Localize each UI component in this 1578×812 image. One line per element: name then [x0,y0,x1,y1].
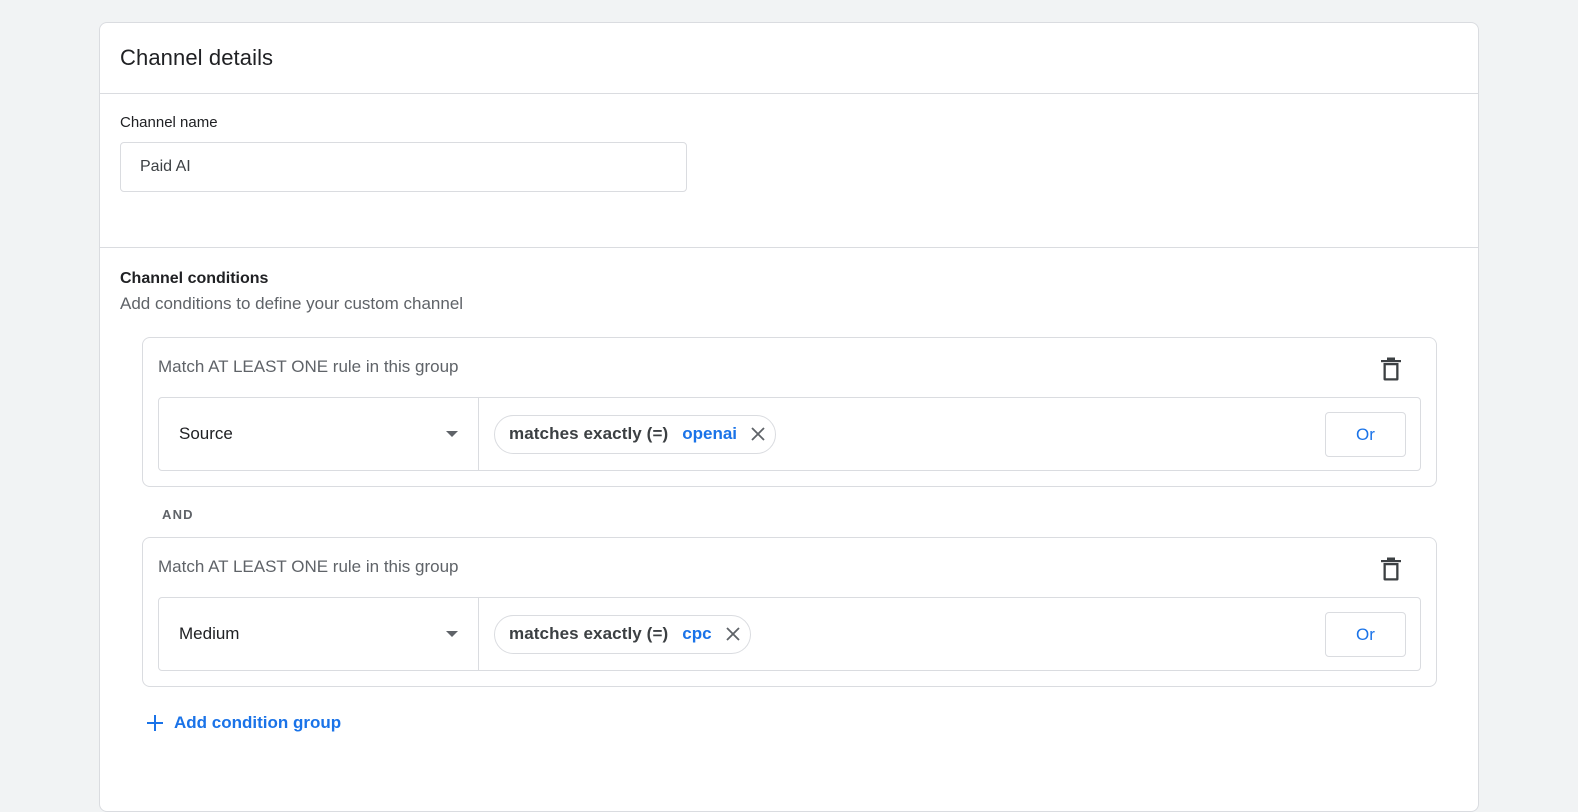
chip-operator: matches exactly (=) [509,624,669,643]
conditions-title: Channel conditions [120,270,269,287]
rule-values-area: matches exactly (=) openai Or [479,398,1420,470]
condition-group: Match AT LEAST ONE rule in this group So… [142,337,1437,487]
condition-chip[interactable]: matches exactly (=) openai [494,414,777,454]
channel-details-card: Channel details Channel name Channel con… [99,22,1479,812]
trash-icon [1381,357,1401,381]
card-title: Channel details [120,45,274,70]
group-title: Match AT LEAST ONE rule in this group [158,557,459,576]
or-button[interactable]: Or [1325,412,1406,457]
channel-name-section: Channel name [100,94,1478,248]
close-icon[interactable] [749,425,767,443]
close-icon[interactable] [724,625,742,643]
condition-group: Match AT LEAST ONE rule in this group Me… [142,537,1437,687]
dimension-dropdown[interactable]: Medium [159,598,479,670]
rule-row: Medium matches exactly (=) cpc Or [158,597,1421,671]
condition-chip[interactable]: matches exactly (=) cpc [494,614,751,654]
dimension-dropdown[interactable]: Source [159,398,479,470]
card-header: Channel details [100,23,1478,94]
add-condition-group-label: Add condition group [174,713,342,732]
chip-value: openai [682,424,738,443]
rule-row: Source matches exactly (=) openai Or [158,397,1421,471]
channel-name-input[interactable] [120,142,687,192]
caret-down-icon [446,431,458,437]
chip-operator: matches exactly (=) [509,424,669,443]
trash-icon [1381,557,1401,581]
dimension-label: Source [179,424,233,443]
add-condition-group-button[interactable]: Add condition group [146,713,341,733]
group-title: Match AT LEAST ONE rule in this group [158,357,459,376]
conditions-subtitle: Add conditions to define your custom cha… [120,294,464,313]
plus-icon [147,715,163,731]
chip-value: cpc [682,624,712,643]
channel-conditions-section: Channel conditions Add conditions to def… [100,248,1478,732]
channel-name-label: Channel name [120,114,218,131]
delete-group-button[interactable] [1376,354,1406,384]
rule-values-area: matches exactly (=) cpc Or [479,598,1420,670]
delete-group-button[interactable] [1376,554,1406,584]
or-button[interactable]: Or [1325,612,1406,657]
dimension-label: Medium [179,624,240,643]
caret-down-icon [446,631,458,637]
and-connector: AND [162,507,194,522]
